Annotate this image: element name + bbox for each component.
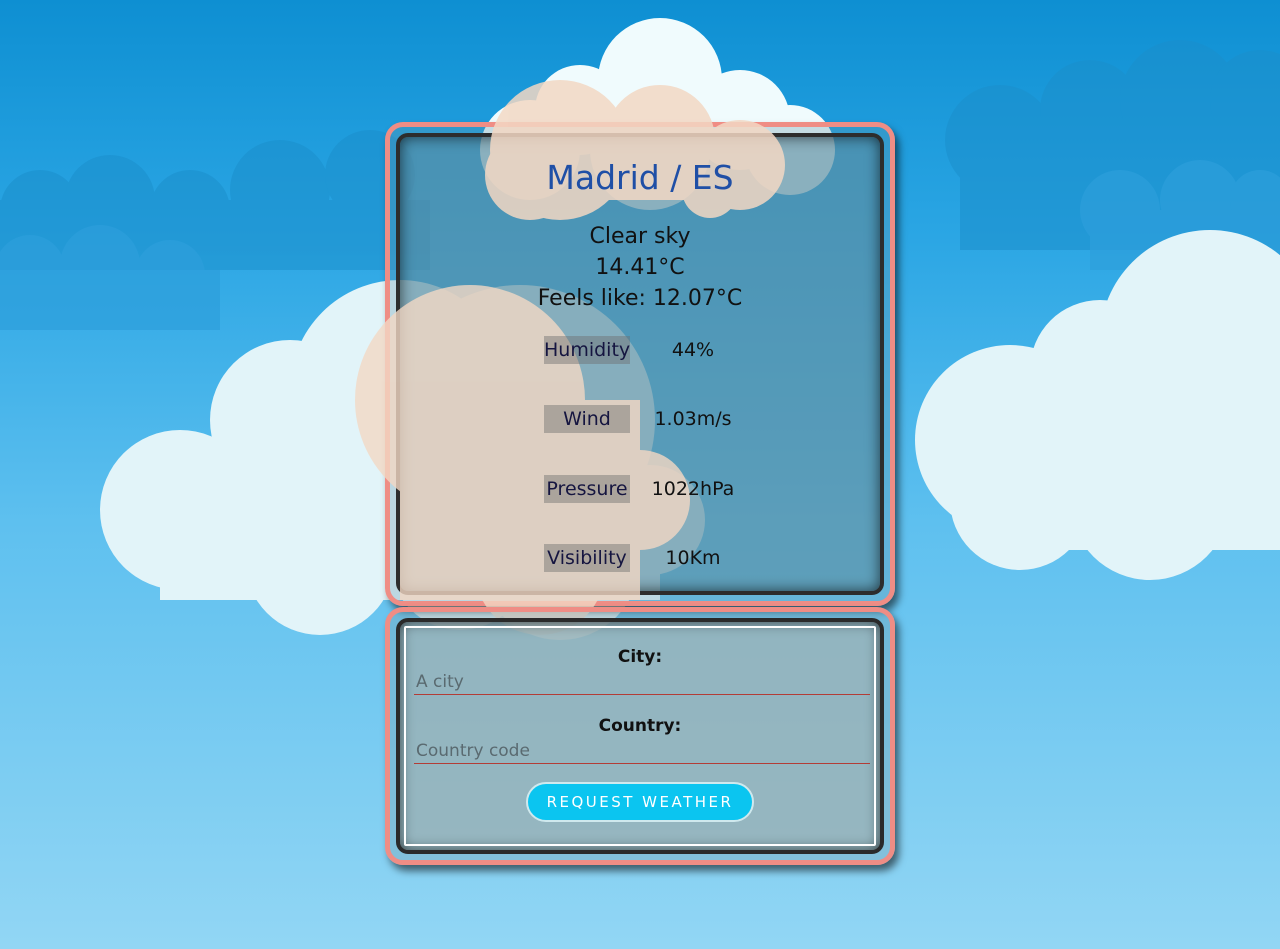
humidity-value: 44% bbox=[671, 339, 715, 361]
wind-label: Wind bbox=[544, 405, 630, 433]
country-label: Country: bbox=[598, 716, 682, 736]
country-input[interactable] bbox=[414, 739, 870, 764]
feels-like: Feels like: 12.07°C bbox=[537, 286, 743, 311]
visibility-label: Visibility bbox=[544, 544, 630, 572]
request-weather-button[interactable]: REQUEST WEATHER bbox=[526, 782, 754, 822]
weather-description: Clear sky bbox=[589, 224, 691, 249]
city-input[interactable] bbox=[414, 670, 870, 695]
weather-card-inner bbox=[396, 133, 884, 595]
search-form-card bbox=[385, 607, 895, 865]
humidity-label: Humidity bbox=[544, 336, 630, 364]
city-label: City: bbox=[617, 647, 663, 667]
wind-value: 1.03m/s bbox=[654, 408, 732, 430]
pressure-value: 1022hPa bbox=[651, 478, 735, 500]
pressure-label: Pressure bbox=[544, 475, 630, 503]
temperature: 14.41°C bbox=[595, 255, 685, 280]
visibility-value: 10Km bbox=[665, 547, 721, 569]
location-title: Madrid / ES bbox=[546, 158, 734, 197]
